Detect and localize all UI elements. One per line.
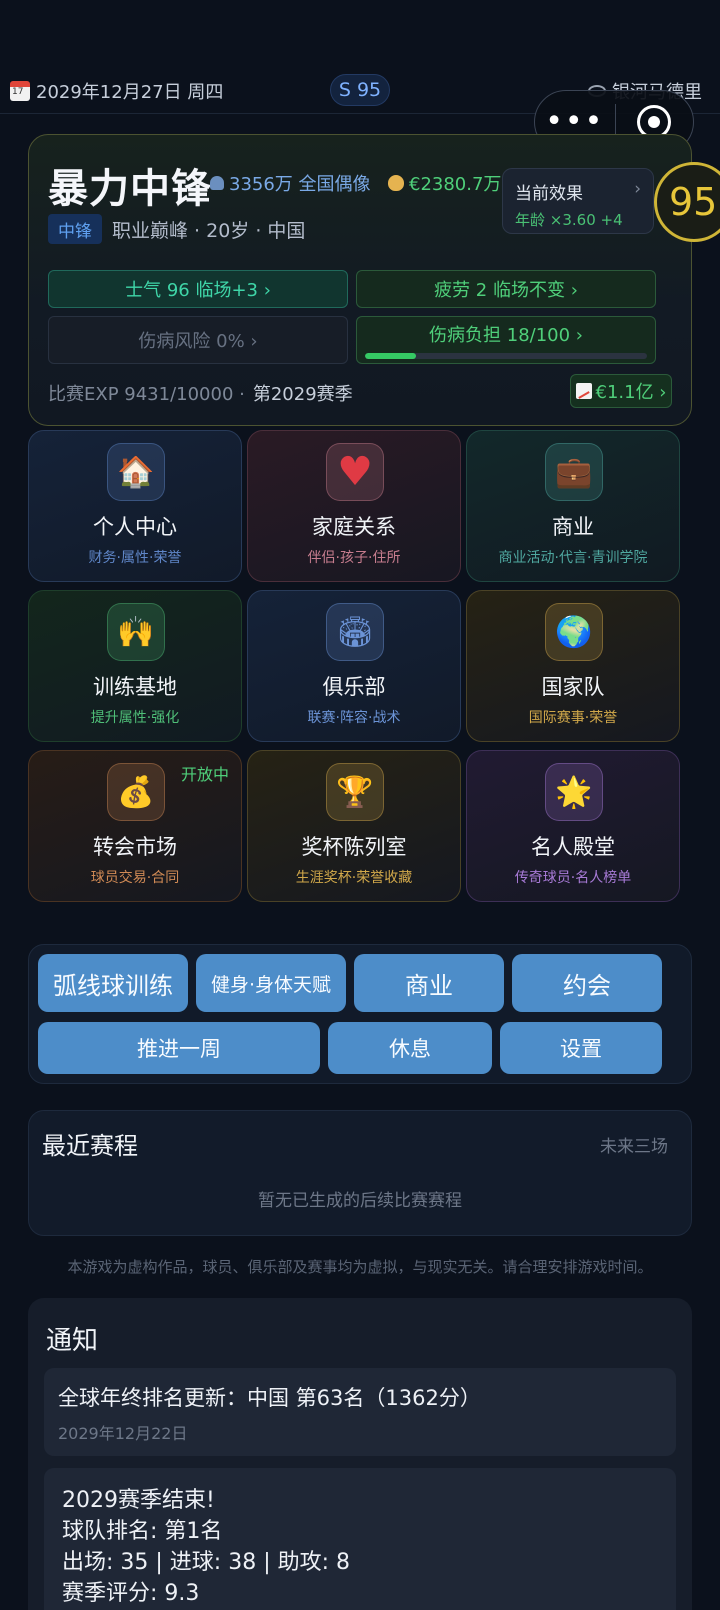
menu-tile[interactable]: ♥ 家庭关系伴侣·孩子·住所 — [247, 430, 461, 582]
menu-tile[interactable]: 🏆 奖杯陈列室生涯奖杯·荣誉收藏 — [247, 750, 461, 902]
current-date: 2029年12月27日 周四 — [10, 78, 223, 104]
current-effect-card[interactable]: 当前效果 › 年龄 ×3.60 +4 — [502, 168, 654, 234]
position-badge: 中锋 — [48, 214, 102, 244]
menu-tile[interactable]: 💰 转会市场球员交易·合同 开放中 — [28, 750, 242, 902]
notices-title: 通知 — [46, 1326, 99, 1356]
menu-tile-title: 商业 — [552, 515, 594, 539]
notice-line: 赛季评分: 9.3 — [62, 1581, 200, 1606]
money-bag-icon: 💰 — [107, 763, 165, 821]
player-name: 暴力中锋 — [48, 166, 212, 212]
match-exp: 比赛EXP 9431/10000 · 第2029赛季 — [48, 380, 353, 406]
schedule-more-link[interactable]: 未来三场 — [600, 1132, 668, 1157]
menu-tile-subtitle: 商业活动·代言·青训学院 — [498, 550, 648, 566]
stadium-icon: 🏟 — [326, 603, 384, 661]
star-icon: 🌟 — [545, 763, 603, 821]
schedule-empty-text: 暂无已生成的后续比赛赛程 — [258, 1191, 462, 1211]
effect-title: 当前效果 — [515, 184, 583, 204]
calendar-icon — [10, 81, 30, 101]
market-value-button[interactable]: €1.1亿 › — [570, 374, 672, 408]
menu-tile[interactable]: 💼 商业商业活动·代言·青训学院 — [466, 430, 680, 582]
open-status-badge: 开放中 — [180, 765, 229, 784]
fans-count: 3356万 全国偶像 — [210, 170, 371, 196]
menu-tile-subtitle: 国际赛事·荣誉 — [528, 710, 618, 726]
menu-tile-title: 奖杯陈列室 — [301, 835, 407, 859]
schedule-title: 最近赛程 — [42, 1132, 138, 1160]
fatigue-stat[interactable]: 疲劳 2 临场不变 › — [356, 270, 656, 308]
injury-risk-stat[interactable]: 伤病风险 0% › — [48, 316, 348, 364]
money-text: €2380.7万 — [409, 174, 502, 195]
injury-burden-fill — [365, 353, 416, 359]
menu-tile-title: 名人殿堂 — [531, 835, 615, 859]
briefcase-icon: 💼 — [545, 443, 603, 501]
advance-week-button[interactable]: 推进一周 — [38, 1022, 320, 1074]
menu-tile-subtitle: 财务·属性·荣誉 — [88, 550, 182, 566]
rest-button[interactable]: 休息 — [328, 1022, 492, 1074]
market-value-text: €1.1亿 › — [595, 382, 667, 403]
notice-date: 2029年12月22日 — [58, 1424, 188, 1443]
disclaimer: 本游戏为虚构作品，球员、俱乐部及赛事均为虚拟，与现实无关。请合理安排游戏时间。 — [67, 1258, 653, 1276]
menu-tile-subtitle: 联赛·阵容·战术 — [307, 710, 401, 726]
menu-tile[interactable]: 🏟 俱乐部联赛·阵容·战术 — [247, 590, 461, 742]
notice-item[interactable]: 全球年终排名更新：中国 第63名（1362分） 2029年12月22日 — [44, 1368, 676, 1456]
menu-tile-subtitle: 球员交易·合同 — [90, 870, 180, 886]
player-money: €2380.7万 — [388, 170, 501, 196]
money-bag-icon — [388, 175, 404, 191]
fans-icon — [210, 176, 224, 190]
chevron-right-icon: › — [634, 179, 641, 199]
menu-tile[interactable]: 🙌 训练基地提升属性·强化 — [28, 590, 242, 742]
fans-text: 3356万 全国偶像 — [229, 174, 371, 195]
injury-burden-bar — [365, 353, 647, 359]
globe-icon: 🌍 — [545, 603, 603, 661]
injury-burden-text: 伤病负担 18/100 › — [429, 325, 583, 346]
menu-tile-title: 国家队 — [541, 675, 605, 699]
menu-tile-subtitle: 传奇球员·名人榜单 — [514, 870, 632, 886]
trophy-icon: 🏆 — [326, 763, 384, 821]
curve-training-button[interactable]: 弧线球训练 — [38, 954, 188, 1012]
overall-pill[interactable]: S 95 — [330, 74, 390, 106]
notice-line: 球队排名: 第1名 — [62, 1519, 223, 1544]
house-icon: 🏠 — [107, 443, 165, 501]
menu-tile[interactable]: 🏠 个人中心财务·属性·荣誉 — [28, 430, 242, 582]
menu-tile-title: 俱乐部 — [322, 675, 386, 699]
morale-stat[interactable]: 士气 96 临场+3 › — [48, 270, 348, 308]
menu-tile-title: 训练基地 — [93, 675, 177, 699]
notice-line: 出场: 35 | 进球: 38 | 助攻: 8 — [62, 1550, 350, 1575]
notice-text: 全球年终排名更新：中国 第63名（1362分） — [58, 1386, 481, 1410]
fitness-button[interactable]: 健身·身体天赋 — [196, 954, 346, 1012]
notice-item[interactable]: 2029赛季结束! 球队排名: 第1名 出场: 35 | 进球: 38 | 助攻… — [44, 1468, 676, 1610]
settings-button[interactable]: 设置 — [500, 1022, 662, 1074]
date-button[interactable]: 约会 — [512, 954, 662, 1012]
business-button[interactable]: 商业 — [354, 954, 504, 1012]
season-text: 第2029赛季 — [252, 384, 353, 405]
injury-burden-stat[interactable]: 伤病负担 18/100 › — [356, 316, 656, 364]
date-text: 2029年12月27日 周四 — [36, 82, 224, 103]
chart-up-icon — [575, 383, 592, 399]
menu-tile[interactable]: 🌍 国家队国际赛事·荣誉 — [466, 590, 680, 742]
player-meta: 职业巅峰 · 20岁 · 中国 — [112, 220, 306, 242]
menu-tile[interactable]: 🌟 名人殿堂传奇球员·名人榜单 — [466, 750, 680, 902]
menu-tile-subtitle: 生涯奖杯·荣誉收藏 — [295, 870, 413, 886]
menu-tile-subtitle: 提升属性·强化 — [90, 710, 180, 726]
notice-line: 2029赛季结束! — [62, 1488, 215, 1513]
menu-tile-subtitle: 伴侣·孩子·住所 — [307, 550, 401, 566]
effect-value: 年龄 ×3.60 +4 — [515, 211, 623, 229]
menu-tile-title: 转会市场 — [93, 835, 177, 859]
athlete-icon: 🙌 — [107, 603, 165, 661]
menu-tile-title: 家庭关系 — [312, 515, 396, 539]
exp-text: 比赛EXP 9431/10000 · — [48, 384, 245, 405]
menu-tile-title: 个人中心 — [93, 515, 177, 539]
heart-icon: ♥ — [326, 443, 384, 501]
